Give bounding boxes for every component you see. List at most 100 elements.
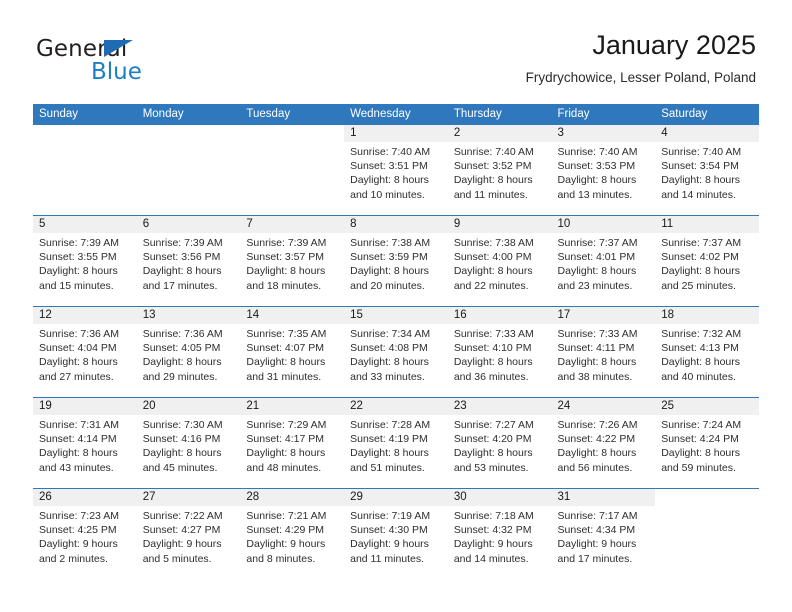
day-cell-inner: 13 Sunrise: 7:36 AM Sunset: 4:05 PM Dayligh… <box>136 307 241 397</box>
daylight-text-cont: and 53 minutes. <box>453 461 529 474</box>
daylight-text-cont: and 2 minutes. <box>39 552 108 565</box>
sunset-text: Sunset: 4:19 PM <box>350 433 428 446</box>
day-sun-info: Sunrise: 7:35 AM Sunset: 4:07 PM Daylight:… <box>240 324 344 384</box>
daylight-text-cont: and 14 minutes. <box>661 188 736 201</box>
calendar-day-cell[interactable]: 6 Sunrise: 7:39 AM Sunset: 3:56 PM Daylight… <box>136 215 241 307</box>
daylight-text: Daylight: 8 hours <box>557 447 637 460</box>
daylight-text-cont: and 11 minutes. <box>453 188 528 201</box>
day-number <box>240 125 344 142</box>
daylight-text-cont: and 18 minutes. <box>246 279 322 292</box>
calendar-day-cell[interactable]: 3 Sunrise: 7:40 AM Sunset: 3:53 PM Daylight… <box>551 125 656 216</box>
calendar-day-cell[interactable]: 11 Sunrise: 7:37 AM Sunset: 4:02 PM Dayligh… <box>655 215 759 307</box>
calendar-day-cell[interactable]: 4 Sunrise: 7:40 AM Sunset: 3:54 PM Daylight… <box>655 125 759 216</box>
calendar-day-cell[interactable]: 20 Sunrise: 7:30 AM Sunset: 4:16 PM Dayligh… <box>136 397 241 489</box>
calendar-cell-empty <box>136 125 241 216</box>
sunrise-text: Sunrise: 7:27 AM <box>453 419 534 431</box>
calendar-day-cell[interactable]: 15 Sunrise: 7:34 AM Sunset: 4:08 PM Dayligh… <box>344 306 448 398</box>
day-number: 15 <box>344 307 448 324</box>
daylight-text: Daylight: 8 hours <box>661 174 741 187</box>
day-sun-info: Sunrise: 7:23 AM Sunset: 4:25 PM Daylight:… <box>33 506 137 566</box>
calendar-day-cell[interactable]: 18 Sunrise: 7:32 AM Sunset: 4:13 PM Dayligh… <box>655 306 759 398</box>
daylight-text-cont: and 43 minutes. <box>39 461 114 474</box>
calendar-day-cell[interactable]: 17 Sunrise: 7:33 AM Sunset: 4:11 PM Dayligh… <box>551 306 656 398</box>
calendar-day-cell[interactable]: 1 Sunrise: 7:40 AM Sunset: 3:51 PM Daylight… <box>344 125 448 216</box>
page-header: General Blue January 2025 Frydrychowice,… <box>0 0 792 104</box>
sunrise-text: Sunrise: 7:18 AM <box>453 510 534 522</box>
day-sun-info: Sunrise: 7:30 AM Sunset: 4:16 PM Daylight:… <box>137 415 241 475</box>
calendar-day-cell[interactable]: 5 Sunrise: 7:39 AM Sunset: 3:55 PM Daylight… <box>33 215 137 307</box>
sunset-text: Sunset: 4:20 PM <box>453 433 532 446</box>
day-cell-inner: 22 Sunrise: 7:28 AM Sunset: 4:19 PM Dayligh… <box>344 398 448 488</box>
calendar-day-cell[interactable]: 8 Sunrise: 7:38 AM Sunset: 3:59 PM Daylight… <box>344 215 448 307</box>
calendar-day-cell[interactable]: 26 Sunrise: 7:23 AM Sunset: 4:25 PM Dayligh… <box>33 488 137 579</box>
general-blue-logo: General Blue <box>36 36 236 88</box>
sunset-text: Sunset: 4:02 PM <box>661 251 739 264</box>
calendar-cell-empty <box>655 488 759 579</box>
sunset-text: Sunset: 4:17 PM <box>246 433 325 446</box>
sunset-text: Sunset: 3:57 PM <box>246 251 325 264</box>
sunrise-text: Sunrise: 7:39 AM <box>39 237 119 249</box>
daylight-text: Daylight: 8 hours <box>142 356 222 369</box>
day-cell-inner: 6 Sunrise: 7:39 AM Sunset: 3:56 PM Daylight… <box>136 216 241 306</box>
sunrise-text: Sunrise: 7:39 AM <box>246 237 327 249</box>
daylight-text: Daylight: 8 hours <box>661 447 741 460</box>
sunset-text: Sunset: 3:54 PM <box>661 160 739 173</box>
calendar-day-cell[interactable]: 31 Sunrise: 7:17 AM Sunset: 4:34 PM Dayligh… <box>551 488 656 579</box>
calendar-day-cell[interactable]: 16 Sunrise: 7:33 AM Sunset: 4:10 PM Dayligh… <box>447 306 552 398</box>
sunset-text: Sunset: 4:27 PM <box>142 524 221 537</box>
day-sun-info: Sunrise: 7:26 AM Sunset: 4:22 PM Daylight:… <box>552 415 656 475</box>
calendar-day-cell[interactable]: 28 Sunrise: 7:21 AM Sunset: 4:29 PM Dayligh… <box>240 488 345 579</box>
calendar-day-cell[interactable]: 29 Sunrise: 7:19 AM Sunset: 4:30 PM Dayligh… <box>344 488 448 579</box>
daylight-text: Daylight: 9 hours <box>246 538 326 551</box>
page-title: January 2025 <box>592 30 756 60</box>
calendar-day-cell[interactable]: 25 Sunrise: 7:24 AM Sunset: 4:24 PM Dayligh… <box>655 397 759 489</box>
day-cell-inner: 29 Sunrise: 7:19 AM Sunset: 4:30 PM Dayligh… <box>344 489 448 579</box>
daylight-text-cont: and 56 minutes. <box>557 461 633 474</box>
calendar-day-cell[interactable]: 23 Sunrise: 7:27 AM Sunset: 4:20 PM Dayligh… <box>447 397 552 489</box>
sunrise-text: Sunrise: 7:37 AM <box>661 237 742 249</box>
weekday-header-wednesday: Wednesday <box>344 104 448 125</box>
sunrise-text: Sunrise: 7:40 AM <box>350 146 431 158</box>
sunset-text: Sunset: 4:05 PM <box>142 342 221 355</box>
calendar-day-cell[interactable]: 24 Sunrise: 7:26 AM Sunset: 4:22 PM Dayligh… <box>551 397 656 489</box>
calendar-day-cell[interactable]: 2 Sunrise: 7:40 AM Sunset: 3:52 PM Daylight… <box>447 125 552 216</box>
daylight-text-cont: and 15 minutes. <box>39 279 114 292</box>
calendar-day-cell[interactable]: 13 Sunrise: 7:36 AM Sunset: 4:05 PM Dayligh… <box>136 306 241 398</box>
daylight-text: Daylight: 8 hours <box>142 447 222 460</box>
daylight-text-cont: and 14 minutes. <box>453 552 529 565</box>
calendar-day-cell[interactable]: 9 Sunrise: 7:38 AM Sunset: 4:00 PM Daylight… <box>447 215 552 307</box>
calendar-day-cell[interactable]: 21 Sunrise: 7:29 AM Sunset: 4:17 PM Dayligh… <box>240 397 345 489</box>
sunrise-text: Sunrise: 7:29 AM <box>246 419 327 431</box>
weekday-header-saturday: Saturday <box>655 104 759 125</box>
day-number: 2 <box>447 125 552 142</box>
day-cell-inner: 16 Sunrise: 7:33 AM Sunset: 4:10 PM Dayligh… <box>447 307 552 397</box>
day-cell-inner <box>137 125 241 215</box>
calendar-day-cell[interactable]: 10 Sunrise: 7:37 AM Sunset: 4:01 PM Dayligh… <box>551 215 656 307</box>
daylight-text: Daylight: 8 hours <box>350 447 429 460</box>
calendar-day-cell[interactable]: 22 Sunrise: 7:28 AM Sunset: 4:19 PM Dayligh… <box>344 397 448 489</box>
sunset-text: Sunset: 4:25 PM <box>39 524 117 537</box>
day-sun-info: Sunrise: 7:24 AM Sunset: 4:24 PM Daylight:… <box>655 415 759 475</box>
day-number: 6 <box>136 216 241 233</box>
calendar-week-row: 12 Sunrise: 7:36 AM Sunset: 4:04 PM Dayligh… <box>33 306 759 398</box>
calendar-day-cell[interactable]: 14 Sunrise: 7:35 AM Sunset: 4:07 PM Dayligh… <box>240 306 345 398</box>
day-sun-info: Sunrise: 7:39 AM Sunset: 3:57 PM Daylight:… <box>240 233 344 293</box>
sunrise-text: Sunrise: 7:21 AM <box>246 510 327 522</box>
calendar-day-cell[interactable]: 7 Sunrise: 7:39 AM Sunset: 3:57 PM Daylight… <box>240 215 345 307</box>
day-cell-inner: 28 Sunrise: 7:21 AM Sunset: 4:29 PM Dayligh… <box>240 489 345 579</box>
daylight-text: Daylight: 8 hours <box>246 356 326 369</box>
calendar-day-cell[interactable]: 30 Sunrise: 7:18 AM Sunset: 4:32 PM Dayligh… <box>447 488 552 579</box>
day-cell-inner: 23 Sunrise: 7:27 AM Sunset: 4:20 PM Dayligh… <box>447 398 552 488</box>
day-cell-inner: 9 Sunrise: 7:38 AM Sunset: 4:00 PM Daylight… <box>447 216 552 306</box>
calendar-head: Sunday Monday Tuesday Wednesday Thursday… <box>33 104 759 125</box>
calendar-day-cell[interactable]: 27 Sunrise: 7:22 AM Sunset: 4:27 PM Dayligh… <box>136 488 241 579</box>
sunset-text: Sunset: 4:16 PM <box>142 433 221 446</box>
daylight-text: Daylight: 8 hours <box>557 265 637 278</box>
day-number: 10 <box>551 216 656 233</box>
weekday-header-row: Sunday Monday Tuesday Wednesday Thursday… <box>33 104 759 125</box>
calendar-day-cell[interactable]: 19 Sunrise: 7:31 AM Sunset: 4:14 PM Dayligh… <box>33 397 137 489</box>
daylight-text-cont: and 13 minutes. <box>557 188 633 201</box>
day-number: 13 <box>136 307 241 324</box>
calendar-week-row: 5 Sunrise: 7:39 AM Sunset: 3:55 PM Daylight… <box>33 215 759 307</box>
calendar-day-cell[interactable]: 12 Sunrise: 7:36 AM Sunset: 4:04 PM Dayligh… <box>33 306 137 398</box>
